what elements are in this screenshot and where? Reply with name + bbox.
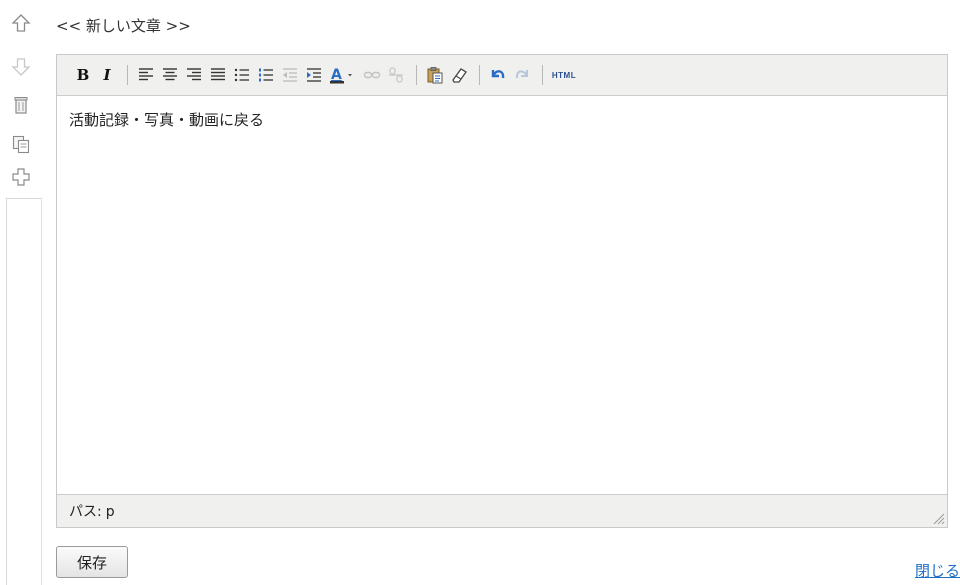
save-button[interactable]: 保存 xyxy=(56,546,128,578)
align-center-icon xyxy=(163,68,177,81)
indent-icon xyxy=(307,68,321,82)
outdent-button[interactable] xyxy=(280,65,300,85)
indent-button[interactable] xyxy=(304,65,324,85)
unlink-icon xyxy=(389,67,403,83)
undo-icon xyxy=(491,70,505,79)
paste-button[interactable] xyxy=(425,65,445,85)
toolbar-separator xyxy=(127,65,128,85)
resize-grip-icon[interactable] xyxy=(931,511,945,525)
bullet-list-icon xyxy=(234,68,249,82)
bullet-list-button[interactable] xyxy=(232,65,252,85)
italic-button[interactable]: I xyxy=(97,65,117,85)
italic-icon: I xyxy=(103,66,111,84)
copy-icon[interactable] xyxy=(10,133,32,155)
svg-text:A: A xyxy=(331,67,342,83)
align-right-button[interactable] xyxy=(184,65,204,85)
paste-icon xyxy=(427,67,443,84)
justify-button[interactable] xyxy=(208,65,228,85)
toolbar-separator xyxy=(542,65,543,85)
plus-icon[interactable] xyxy=(10,166,32,188)
path-label: パス: xyxy=(69,504,102,520)
align-center-button[interactable] xyxy=(160,65,180,85)
text-color-icon: A xyxy=(330,67,352,84)
eraser-icon xyxy=(452,68,467,83)
rich-text-editor: B I A HTML 活動記録・写真・動画に戻る パス: p xyxy=(56,54,948,528)
html-icon: HTML xyxy=(551,70,577,80)
numbered-list-icon xyxy=(259,68,273,82)
editor-statusbar: パス: p xyxy=(57,494,947,527)
align-right-icon xyxy=(187,68,201,81)
status-path: パス: p xyxy=(69,501,115,521)
text-color-button[interactable]: A xyxy=(328,65,358,85)
page-title: << 新しい文章 >> xyxy=(56,17,191,35)
undo-button[interactable] xyxy=(488,65,508,85)
trash-icon[interactable] xyxy=(10,94,32,116)
arrow-up-icon[interactable] xyxy=(10,12,32,34)
arrow-down-icon[interactable] xyxy=(10,56,32,78)
editor-content[interactable]: 活動記録・写真・動画に戻る xyxy=(69,109,937,130)
numbered-list-button[interactable] xyxy=(256,65,276,85)
clear-format-button[interactable] xyxy=(449,65,469,85)
bold-button[interactable]: B xyxy=(73,65,93,85)
redo-button[interactable] xyxy=(512,65,532,85)
unlink-button[interactable] xyxy=(386,65,406,85)
path-value[interactable]: p xyxy=(106,504,115,520)
toolbar-separator xyxy=(479,65,480,85)
bold-icon: B xyxy=(76,66,90,84)
side-panel xyxy=(6,198,42,585)
redo-icon xyxy=(515,70,528,79)
toolbar-separator xyxy=(416,65,417,85)
side-action-column xyxy=(0,0,44,585)
align-left-icon xyxy=(139,68,153,81)
editor-toolbar: B I A HTML xyxy=(57,55,947,96)
justify-icon xyxy=(211,68,225,81)
link-icon xyxy=(363,71,381,79)
align-left-button[interactable] xyxy=(136,65,156,85)
html-source-button[interactable]: HTML xyxy=(551,65,577,85)
outdent-icon xyxy=(283,68,297,82)
link-button[interactable] xyxy=(362,65,382,85)
close-link[interactable]: 閉じる xyxy=(915,560,960,581)
